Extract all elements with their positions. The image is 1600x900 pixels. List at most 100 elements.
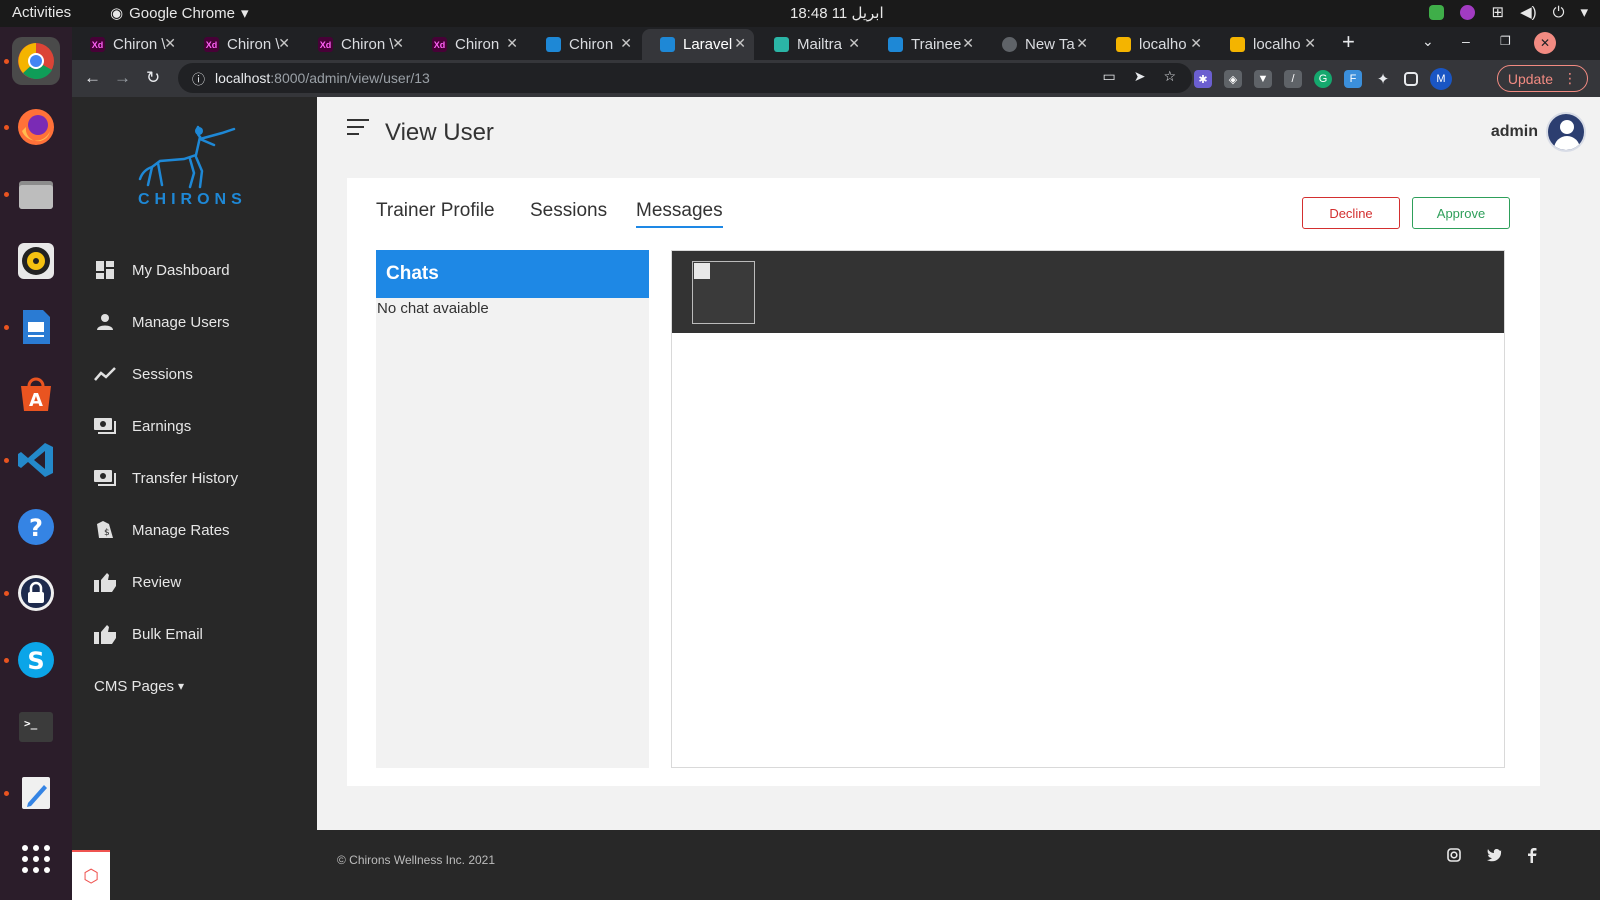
shield-check-icon[interactable] [1429, 4, 1445, 20]
close-tab-icon[interactable]: ✕ [506, 35, 518, 52]
network-icon[interactable]: ⊞ [1491, 3, 1504, 21]
chat-empty-message: No chat avaiable [377, 300, 489, 317]
close-tab-icon[interactable]: ✕ [164, 35, 176, 52]
extension-icon[interactable]: ✱ [1194, 70, 1212, 88]
close-tab-icon[interactable]: ✕ [1304, 35, 1316, 52]
browser-tab[interactable]: Xd Chiron \ ✕ [300, 29, 412, 60]
side-panel-icon[interactable] [1404, 72, 1418, 86]
running-indicator [4, 192, 9, 197]
browser-tab[interactable]: Xd Chiron ✕ [414, 29, 526, 60]
close-tab-icon[interactable]: ✕ [278, 35, 290, 52]
tab-search-icon[interactable]: ⌄ [1422, 33, 1434, 50]
chirons-favicon-icon [660, 37, 675, 52]
software-center-icon[interactable]: A [12, 370, 60, 418]
price-tag-icon: $ [94, 519, 116, 541]
adobe-xd-icon: Xd [318, 37, 333, 52]
sidebar-item-transfer-history[interactable]: Transfer History [94, 463, 238, 493]
hamburger-menu-icon[interactable] [347, 119, 369, 140]
browser-tab[interactable]: Xd Chiron \ ✕ [186, 29, 298, 60]
grammarly-icon[interactable]: G [1314, 70, 1332, 88]
avatar[interactable] [1546, 112, 1586, 152]
sidebar-item-users[interactable]: Manage Users [94, 307, 230, 337]
open-in-app-icon[interactable]: ▭ [1102, 68, 1115, 85]
sidebar-item-label: Manage Rates [132, 521, 230, 539]
restore-icon[interactable]: ❐ [1500, 34, 1511, 48]
close-tab-icon[interactable]: ✕ [1190, 35, 1202, 52]
firefox-icon[interactable] [12, 103, 60, 151]
minimize-icon[interactable]: – [1462, 33, 1470, 49]
twitter-icon[interactable] [1487, 848, 1503, 865]
sidebar-item-dashboard[interactable]: My Dashboard [94, 255, 230, 285]
profile-avatar[interactable]: M [1430, 68, 1452, 90]
vue-devtools-icon[interactable]: ▼ [1254, 70, 1272, 88]
tab-messages[interactable]: Messages [636, 200, 723, 228]
new-tab-plus-icon[interactable]: + [1342, 29, 1355, 55]
system-top-bar: Activities ◉ Google Chrome ▾ 18:48 11 اب… [0, 0, 1600, 27]
browser-tab-active[interactable]: Laravel ✕ [642, 29, 754, 60]
send-icon[interactable]: ➤ [1134, 68, 1146, 85]
back-icon[interactable]: ← [84, 68, 101, 88]
user-name[interactable]: admin [1491, 123, 1538, 141]
libreoffice-impress-icon[interactable] [12, 303, 60, 351]
keepass-icon[interactable] [12, 569, 60, 617]
volume-icon[interactable]: ◀) [1520, 3, 1537, 21]
address-bar[interactable]: ⓘ localhost:8000/admin/view/user/13 ▭ ➤ … [178, 63, 1192, 93]
extensions-puzzle-icon[interactable]: ✦ [1374, 70, 1392, 88]
facebook-icon[interactable] [1527, 848, 1537, 866]
terminal-icon[interactable]: >_ [12, 703, 60, 751]
show-apps-icon[interactable] [12, 835, 60, 883]
close-tab-icon[interactable]: ✕ [620, 35, 632, 52]
browser-tab[interactable]: localho ✕ [1212, 29, 1324, 60]
decline-button[interactable]: Decline [1302, 197, 1400, 229]
system-tray[interactable]: ⊞ ◀) ⏻ ▾ [1429, 3, 1588, 21]
update-button[interactable]: Update ⋮ [1496, 65, 1588, 92]
info-icon[interactable]: ⓘ [192, 69, 205, 88]
close-window-icon[interactable]: ✕ [1534, 32, 1556, 54]
user-icon [94, 311, 116, 333]
browser-tab[interactable]: New Ta ✕ [984, 29, 1096, 60]
browser-tab[interactable]: Xd Chiron \ ✕ [72, 29, 184, 60]
close-tab-icon[interactable]: ✕ [734, 35, 746, 52]
translate-extension-icon[interactable]: F [1344, 70, 1362, 88]
sidebar-item-earnings[interactable]: Earnings [94, 411, 191, 441]
vscode-icon[interactable] [12, 436, 60, 484]
files-icon[interactable] [12, 170, 60, 218]
reload-icon[interactable]: ↻ [146, 68, 160, 88]
bookmark-star-icon[interactable]: ☆ [1163, 68, 1176, 85]
forward-icon[interactable]: → [114, 68, 131, 88]
caret-down-icon[interactable]: ▾ [1580, 3, 1588, 21]
sidebar-item-sessions[interactable]: Sessions [94, 359, 193, 389]
tab-sessions[interactable]: Sessions [530, 200, 607, 226]
rhythmbox-icon[interactable] [12, 237, 60, 285]
chrome-icon[interactable] [12, 37, 60, 85]
instagram-icon[interactable] [1447, 848, 1461, 865]
app-menu[interactable]: ◉ Google Chrome ▾ [110, 4, 249, 23]
sidebar-item-bulk-email[interactable]: Bulk Email [94, 619, 203, 649]
close-tab-icon[interactable]: ✕ [848, 35, 860, 52]
close-tab-icon[interactable]: ✕ [1076, 35, 1088, 52]
pen-extension-icon[interactable]: / [1284, 70, 1302, 88]
browser-tab[interactable]: localho ✕ [1098, 29, 1210, 60]
sidebar-item-review[interactable]: Review [94, 567, 181, 597]
clock[interactable]: 18:48 11 ابریل [790, 4, 884, 22]
chirons-logo[interactable]: CHIRONS [130, 123, 260, 213]
sidebar-cms-dropdown[interactable]: CMS Pages ▾ [94, 671, 184, 701]
browser-tab[interactable]: Mailtra ✕ [756, 29, 868, 60]
close-tab-icon[interactable]: ✕ [392, 35, 404, 52]
tab-trainer-profile[interactable]: Trainer Profile [376, 200, 495, 226]
laravel-debug-icon[interactable]: ⬡ [72, 850, 110, 900]
activities-button[interactable]: Activities [12, 4, 71, 21]
skype-icon[interactable]: S [12, 636, 60, 684]
running-indicator [4, 59, 9, 64]
extension-tray-icon[interactable] [1460, 4, 1476, 20]
browser-tab[interactable]: Chiron ✕ [528, 29, 640, 60]
browser-tab[interactable]: Trainee ✕ [870, 29, 982, 60]
page-title: View User [385, 119, 494, 146]
shield-extension-icon[interactable]: ◈ [1224, 70, 1242, 88]
power-icon[interactable]: ⏻ [1553, 4, 1565, 21]
help-icon[interactable]: ? [12, 503, 60, 551]
approve-button[interactable]: Approve [1412, 197, 1510, 229]
close-tab-icon[interactable]: ✕ [962, 35, 974, 52]
sidebar-item-manage-rates[interactable]: $ Manage Rates [94, 515, 230, 545]
text-editor-icon[interactable] [12, 769, 60, 817]
